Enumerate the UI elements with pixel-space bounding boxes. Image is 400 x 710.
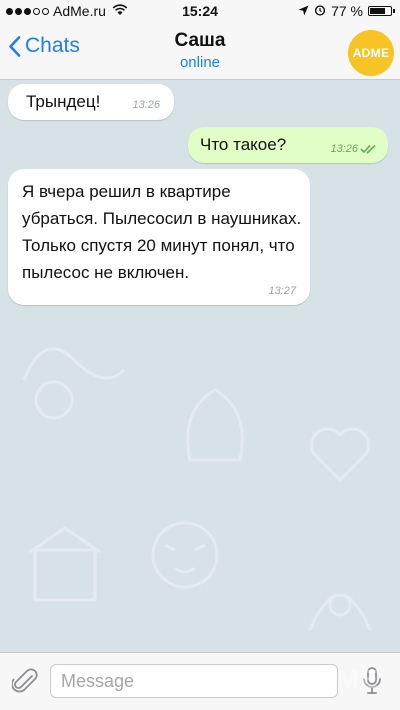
microphone-icon[interactable] bbox=[362, 666, 382, 701]
online-status: online bbox=[179, 54, 221, 71]
message-text: Трындец! bbox=[26, 92, 101, 111]
avatar[interactable]: ADME bbox=[348, 30, 394, 76]
chat-header: Chats Саша online ADME bbox=[0, 22, 400, 80]
message-list[interactable]: Трындец! 13:26 Что такое? 13:26 Я вчера … bbox=[0, 80, 400, 652]
message-bubble-incoming[interactable]: Трындец! 13:26 bbox=[8, 84, 174, 120]
location-icon bbox=[298, 3, 309, 19]
alarm-icon bbox=[314, 3, 326, 19]
wallpaper-doodle-icon bbox=[22, 347, 126, 420]
wallpaper-doodle-icon bbox=[186, 388, 244, 462]
message-bubble-outgoing[interactable]: Что такое? 13:26 bbox=[188, 127, 388, 163]
read-checkmarks-icon bbox=[360, 144, 376, 154]
message-composer bbox=[0, 652, 400, 710]
message-text: Что такое? bbox=[200, 135, 287, 154]
paperclip-icon[interactable] bbox=[11, 667, 38, 702]
battery-percent: 77 % bbox=[331, 3, 363, 19]
wallpaper-doodle-icon bbox=[308, 593, 372, 631]
message-time: 13:26 bbox=[330, 143, 358, 155]
battery-level-fill bbox=[370, 8, 386, 14]
wallpaper-doodle-icon bbox=[310, 427, 370, 483]
message-bubble-incoming[interactable]: Я вчера решил в квартире убраться. Пылес… bbox=[8, 169, 310, 305]
message-input[interactable] bbox=[50, 664, 338, 698]
message-time: 13:26 bbox=[132, 99, 160, 111]
status-right: 77 % bbox=[298, 3, 395, 19]
status-bar: AdMe.ru 15:24 77 % bbox=[0, 0, 400, 22]
wallpaper-doodle-icon bbox=[151, 521, 219, 589]
message-time: 13:27 bbox=[268, 285, 296, 297]
wallpaper-doodle-icon bbox=[29, 526, 101, 602]
avatar-label: ADME bbox=[352, 46, 390, 60]
message-text: Я вчера решил в квартире убраться. Пылес… bbox=[22, 182, 302, 282]
chat-title: Саша bbox=[174, 30, 226, 51]
chat-title-block[interactable]: Саша online bbox=[0, 30, 400, 71]
battery-icon bbox=[368, 6, 395, 16]
